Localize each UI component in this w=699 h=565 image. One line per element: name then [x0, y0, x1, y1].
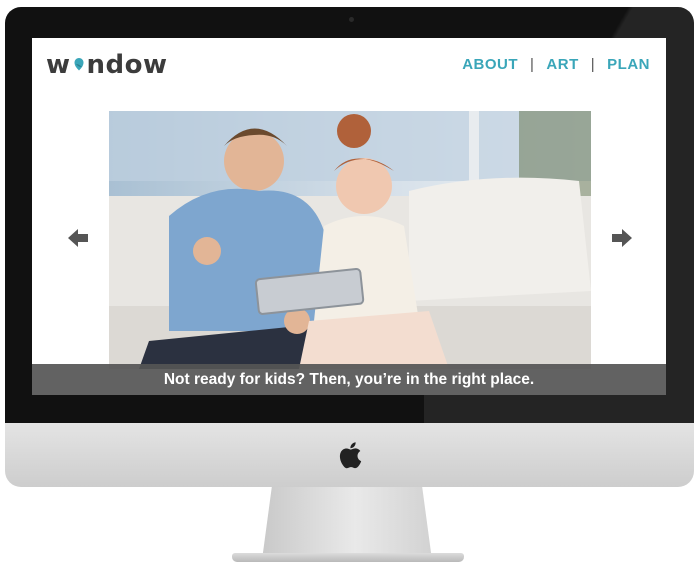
- nav-link-about[interactable]: ABOUT: [462, 56, 518, 73]
- logo-text-suffix: ndow: [86, 50, 168, 80]
- logo-text-prefix: w: [46, 50, 71, 80]
- monitor-stand: [262, 484, 432, 560]
- nav-link-art[interactable]: ART: [546, 56, 578, 73]
- monitor-stand-base: [232, 553, 464, 562]
- nav-separator: |: [590, 56, 596, 73]
- hero-image: [109, 111, 591, 369]
- hero-photo-illustration: [109, 111, 591, 369]
- arrow-right-icon[interactable]: [610, 226, 634, 250]
- arrow-left-icon[interactable]: [66, 226, 90, 250]
- main-nav: ABOUT | ART | PLAN: [462, 56, 650, 73]
- hero-caption: Not ready for kids? Then, you’re in the …: [32, 364, 666, 395]
- apple-logo-icon: [339, 442, 362, 469]
- camera: [349, 17, 354, 22]
- bird-icon: [74, 58, 84, 71]
- nav-separator: |: [530, 56, 535, 73]
- nav-link-plan[interactable]: PLAN: [607, 56, 650, 73]
- screen: w ndow ABOUT | ART | PLAN Not ready for …: [32, 38, 666, 395]
- logo[interactable]: w ndow: [46, 50, 168, 80]
